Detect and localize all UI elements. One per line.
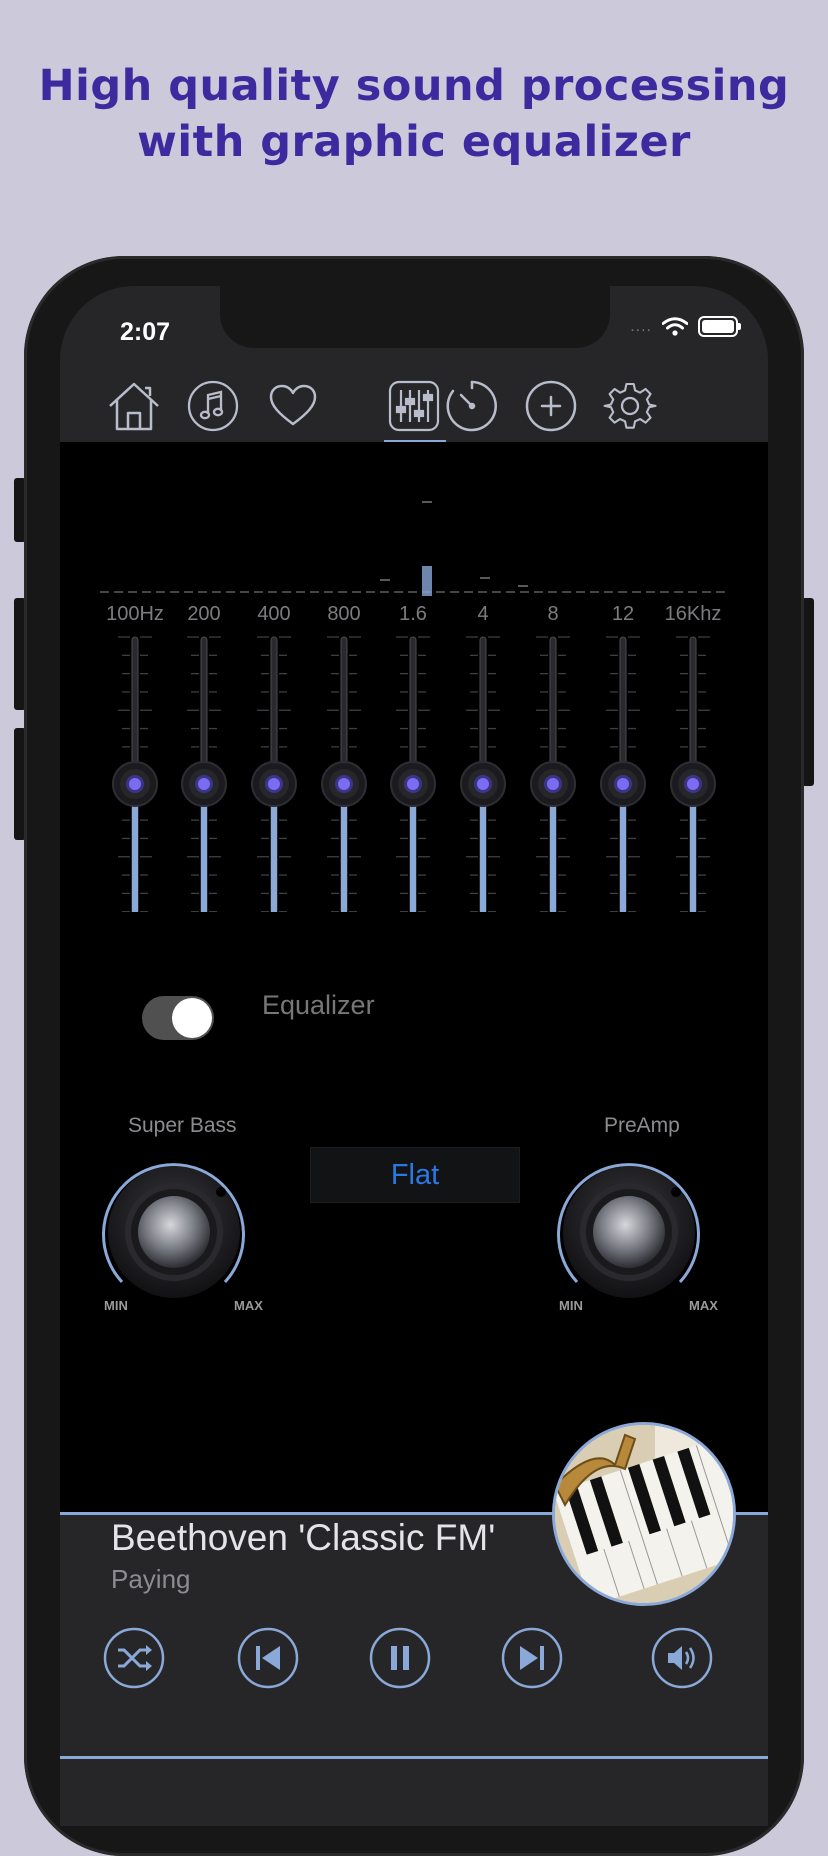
band-label: 100Hz — [106, 603, 164, 625]
screen: 2:07 .... 100Hz 200 400 800 1.6 4 8 12 1… — [60, 286, 768, 1826]
equalizer-toggle-label: Equalizer — [262, 990, 375, 1020]
nav-timer[interactable] — [442, 376, 502, 436]
battery-icon — [698, 316, 741, 337]
band-label: 16Khz — [665, 603, 722, 625]
track-status: Paying — [111, 1564, 191, 1594]
preamp-max: MAX — [689, 1298, 718, 1313]
equalizer-sliders: 100Hz 200 400 800 1.6 4 8 12 16Khz — [100, 501, 725, 912]
nav-settings[interactable] — [600, 376, 660, 436]
band-slider[interactable] — [600, 636, 646, 912]
previous-button[interactable] — [236, 1626, 300, 1690]
volume-button[interactable] — [650, 1626, 714, 1690]
wifi-icon — [662, 316, 688, 336]
band-slider[interactable] — [460, 636, 506, 912]
heart-icon — [269, 384, 317, 426]
super-bass-min: MIN — [104, 1298, 128, 1313]
timer-icon — [446, 380, 497, 432]
band-slider[interactable] — [181, 636, 227, 912]
sliders-icon — [388, 380, 440, 432]
equalizer-toggle[interactable] — [142, 996, 214, 1040]
band-label: 800 — [327, 603, 360, 625]
band-label: 1.6 — [399, 603, 427, 625]
shuffle-icon — [118, 1648, 148, 1668]
pause-button[interactable] — [368, 1626, 432, 1690]
headline: High quality sound processing with graph… — [0, 58, 828, 170]
piano-image — [555, 1425, 733, 1603]
top-nav — [60, 376, 768, 436]
nav-favorites[interactable] — [263, 376, 323, 436]
super-bass-knob[interactable] — [84, 1142, 264, 1322]
band-slider[interactable] — [112, 636, 158, 912]
pause-icon — [391, 1646, 397, 1670]
preamp-label: PreAmp — [604, 1114, 680, 1137]
home-icon — [109, 382, 159, 431]
status-time: 2:07 — [120, 318, 171, 346]
gear-icon — [603, 382, 657, 429]
next-icon — [520, 1646, 538, 1670]
signal-icon: .... — [630, 317, 652, 335]
super-bass-label: Super Bass — [128, 1114, 237, 1137]
band-slider[interactable] — [251, 636, 297, 912]
spectrum-display — [100, 501, 725, 596]
album-art[interactable] — [552, 1422, 736, 1606]
nav-home[interactable] — [104, 376, 164, 436]
next-button[interactable] — [500, 1626, 564, 1690]
band-slider[interactable] — [670, 636, 716, 912]
plus-icon — [525, 380, 577, 432]
band-label: 4 — [477, 603, 488, 625]
preset-button[interactable]: Flat — [310, 1147, 520, 1203]
preamp-min: MIN — [559, 1298, 583, 1313]
status-indicators: .... — [630, 316, 741, 337]
headline-line-2: with graphic equalizer — [137, 117, 691, 167]
nav-equalizer[interactable] — [384, 376, 444, 436]
band-slider[interactable] — [530, 636, 576, 912]
super-bass-max: MAX — [234, 1298, 263, 1313]
band-label: 12 — [612, 603, 634, 625]
band-slider[interactable] — [321, 636, 367, 912]
toggle-knob — [172, 998, 212, 1038]
preamp-knob[interactable] — [539, 1142, 719, 1322]
volume-icon — [668, 1646, 682, 1670]
band-label: 200 — [187, 603, 220, 625]
headline-line-1: High quality sound processing — [38, 61, 790, 111]
nav-music[interactable] — [183, 376, 243, 436]
player-bottom-line — [60, 1756, 768, 1759]
track-title: Beethoven 'Classic FM' — [111, 1517, 496, 1558]
shuffle-button[interactable] — [102, 1626, 166, 1690]
notch — [220, 286, 610, 348]
equalizer-panel: 100Hz 200 400 800 1.6 4 8 12 16Khz Equalizer Sup… — [60, 442, 768, 1512]
nav-add[interactable] — [521, 376, 581, 436]
band-slider[interactable] — [390, 636, 436, 912]
band-label: 400 — [257, 603, 290, 625]
band-label: 8 — [547, 603, 558, 625]
previous-icon — [256, 1646, 260, 1670]
music-note-icon — [187, 380, 239, 432]
